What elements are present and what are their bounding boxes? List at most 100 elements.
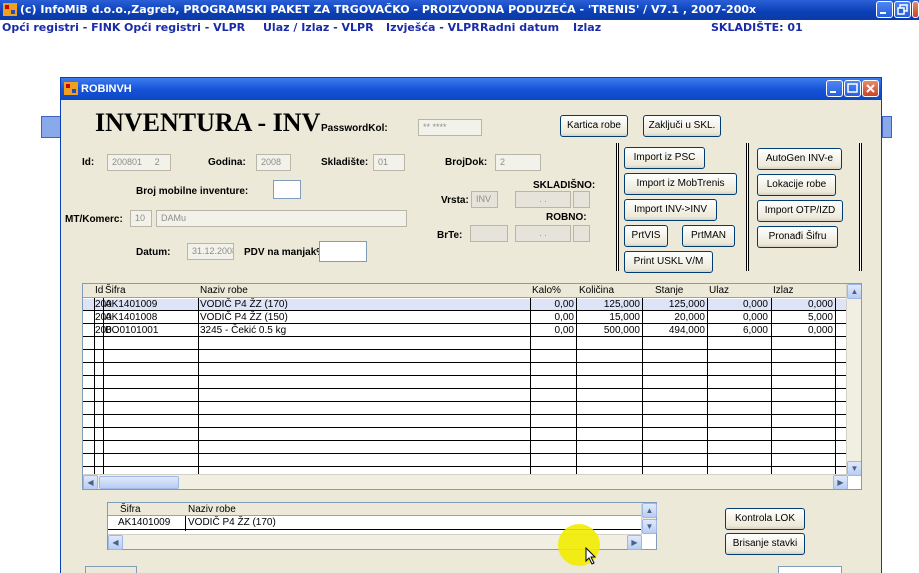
vrsta-label: Vrsta: xyxy=(441,195,469,206)
window-minimize-button[interactable] xyxy=(826,80,843,97)
grid-vertical-scrollbar[interactable]: ▲ ▼ xyxy=(846,284,861,476)
prtvis-button[interactable]: PrtVIS xyxy=(624,225,668,247)
cell-ulaz: 6,000 xyxy=(742,325,768,336)
col-kalo-header[interactable]: Kalo% xyxy=(532,285,561,296)
bottom-status-field xyxy=(85,566,137,573)
password-field[interactable]: ** **** xyxy=(418,119,482,136)
id-field[interactable]: 200801 2 xyxy=(107,154,171,171)
column-divider xyxy=(707,298,708,478)
skladiste-field[interactable]: 01 xyxy=(373,154,405,171)
vrsta-field[interactable]: INV xyxy=(471,191,498,208)
datum-field[interactable]: 31.12.2008 xyxy=(187,243,234,260)
menu-opci-registri-vlpr[interactable]: Opći registri - VLPR xyxy=(124,21,245,34)
import-mobtrenis-button[interactable]: Import iz MobTrenis xyxy=(624,173,737,195)
column-divider xyxy=(835,298,836,478)
brisanje-stavki-button[interactable]: Brisanje stavki xyxy=(725,533,805,555)
mini-col-sifra-header[interactable]: Šifra xyxy=(120,504,141,515)
zakljuci-button[interactable]: Zaključi u SKL. xyxy=(643,115,721,137)
prtman-button[interactable]: PrtMAN xyxy=(682,225,735,247)
id-year: 200801 xyxy=(112,157,143,167)
cell-stanje: 125,000 xyxy=(668,299,705,310)
column-divider xyxy=(530,298,531,478)
brte-label: BrTe: xyxy=(437,230,463,241)
menu-ulaz-izlaz[interactable]: Ulaz / Izlaz - VLPR xyxy=(263,21,374,34)
separator-right xyxy=(859,143,862,271)
separator-left xyxy=(616,143,619,271)
col-stanje-header[interactable]: Stanje xyxy=(655,285,683,296)
col-kolicina-header[interactable]: Količina xyxy=(579,285,614,296)
menu-izvjesca[interactable]: Izvješća - VLPR xyxy=(386,21,480,34)
mt-komerc-field[interactable]: 10 xyxy=(130,210,152,227)
menu-opci-registri-fink[interactable]: Opći registri - FINK xyxy=(2,21,120,34)
scroll-up-icon[interactable]: ▲ xyxy=(642,503,657,518)
cell-izlaz: 5,000 xyxy=(807,312,833,323)
skladiste-label: Skladište: xyxy=(321,157,369,168)
scroll-up-icon[interactable]: ▲ xyxy=(847,284,861,299)
broj-mobilne-field[interactable] xyxy=(273,180,301,199)
mini-grid-row[interactable]: AK1401009 VODIČ P4 ŽZ (170) xyxy=(108,517,642,530)
cell-kolicina: 15,000 xyxy=(609,312,640,323)
skladisno-extra-field[interactable] xyxy=(573,191,590,208)
close-button[interactable] xyxy=(912,1,919,18)
brte-field[interactable] xyxy=(470,225,508,242)
broj-mobilne-label: Broj mobilne inventure: xyxy=(136,186,249,197)
menu-radni-datum[interactable]: Radni datum xyxy=(480,21,559,34)
scroll-thumb[interactable] xyxy=(99,476,179,489)
scroll-down-icon[interactable]: ▼ xyxy=(847,461,861,476)
items-grid[interactable]: Id Šifra Naziv robe Kalo% Količina Stanj… xyxy=(82,283,862,490)
close-icon xyxy=(866,84,875,93)
import-inv-button[interactable]: Import INV->INV xyxy=(624,199,717,221)
scroll-left-icon[interactable]: ◀ xyxy=(108,535,123,550)
grid-horizontal-scrollbar[interactable]: ◀ ▶ xyxy=(83,474,848,489)
lokacije-robe-button[interactable]: Lokacije robe xyxy=(757,174,836,196)
scroll-down-icon[interactable]: ▼ xyxy=(642,519,657,534)
kartica-robe-button[interactable]: Kartica robe xyxy=(560,115,628,137)
brojdok-field[interactable]: 2 xyxy=(495,154,541,171)
scroll-right-icon[interactable]: ▶ xyxy=(627,535,642,550)
godina-field[interactable]: 2008 xyxy=(256,154,291,171)
scroll-left-icon[interactable]: ◀ xyxy=(83,475,98,489)
scroll-right-icon[interactable]: ▶ xyxy=(833,475,848,489)
inventura-window: ROBINVH INVENTURA - INV PasswordKol: ** … xyxy=(60,77,882,573)
column-divider xyxy=(198,298,199,478)
col-izlaz-header[interactable]: Izlaz xyxy=(773,285,794,296)
mini-vertical-scrollbar[interactable]: ▲ ▼ xyxy=(641,503,657,534)
robno-field[interactable]: . . xyxy=(515,225,571,242)
background-window-left[interactable] xyxy=(41,116,61,138)
restore-icon xyxy=(897,4,908,15)
autogen-button[interactable]: AutoGen INV-e xyxy=(757,148,842,170)
mini-col-naziv-header[interactable]: Naziv robe xyxy=(188,504,236,515)
mini-cell-naziv: VODIČ P4 ŽZ (170) xyxy=(188,517,276,528)
background-window-right[interactable] xyxy=(882,116,892,138)
col-ulaz-header[interactable]: Ulaz xyxy=(709,285,729,296)
cell-ulaz: 0,000 xyxy=(742,299,768,310)
skladisno-label: SKLADIŠNO: xyxy=(533,180,596,191)
menu-izlaz[interactable]: Izlaz xyxy=(573,21,601,34)
menubar: Opći registri - FINK Opći registri - VLP… xyxy=(0,20,919,36)
import-psc-button[interactable]: Import iz PSC xyxy=(624,147,705,169)
print-uskl-button[interactable]: Print USKL V/M xyxy=(624,251,713,273)
cell-stanje: 20,000 xyxy=(674,312,705,323)
window-close-button[interactable] xyxy=(862,80,879,97)
mt-komerc-label: MT/Komerc: xyxy=(65,214,123,225)
import-otp-button[interactable]: Import OTP/IZD xyxy=(757,200,843,222)
bottom-counter-field xyxy=(778,566,842,573)
kontrola-lok-button[interactable]: Kontrola LOK xyxy=(725,508,805,530)
password-label: PasswordKol: xyxy=(321,123,388,134)
cell-kalo: 0,00 xyxy=(554,312,574,323)
maximize-icon xyxy=(847,83,858,93)
skladisno-field[interactable]: . . xyxy=(515,191,571,208)
datum-label: Datum: xyxy=(136,247,171,258)
app-logo-icon xyxy=(3,3,17,16)
pronadi-sifru-button[interactable]: Pronađi Šifru xyxy=(757,226,838,248)
minimize-button[interactable] xyxy=(876,1,893,18)
pdv-field[interactable] xyxy=(319,241,367,262)
col-sifra-header[interactable]: Šifra xyxy=(105,285,126,296)
col-id-header[interactable]: Id xyxy=(95,285,103,296)
column-divider xyxy=(576,298,577,478)
col-naziv-header[interactable]: Naziv robe xyxy=(200,285,248,296)
robno-extra-field[interactable] xyxy=(573,225,590,242)
maximize-button[interactable] xyxy=(894,1,911,18)
window-maximize-button[interactable] xyxy=(844,80,861,97)
skladiste-indicator: SKLADIŠTE: 01 xyxy=(711,21,803,34)
